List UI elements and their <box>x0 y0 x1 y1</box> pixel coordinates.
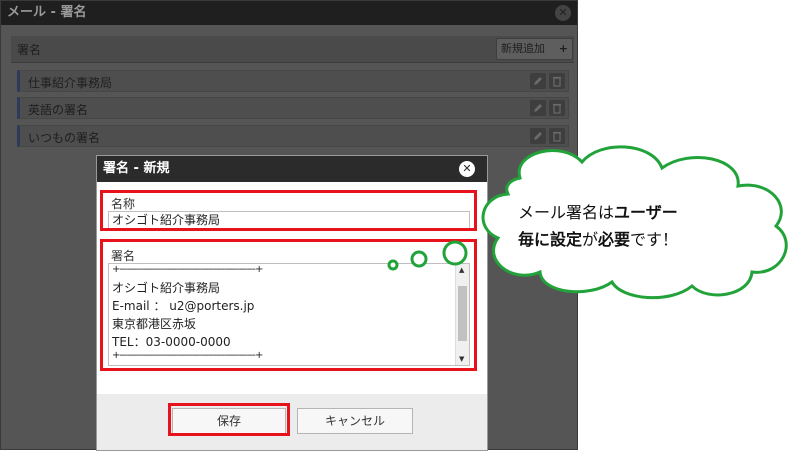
callout-text-bold: ユーザー <box>614 203 678 222</box>
callout-text-normal: メール署名は <box>518 203 615 222</box>
callout-line-2: 毎に設定が必要です！ <box>518 226 738 253</box>
callout-text-bold: 毎に設定 <box>518 230 583 249</box>
callout-text: メール署名はユーザー 毎に設定が必要です！ <box>518 199 738 253</box>
callout-line-1: メール署名はユーザー <box>518 199 738 226</box>
callout-text-normal: です！ <box>630 230 679 249</box>
callout-text-normal: が <box>582 230 599 249</box>
callout-text-bold: 必要 <box>598 230 631 249</box>
